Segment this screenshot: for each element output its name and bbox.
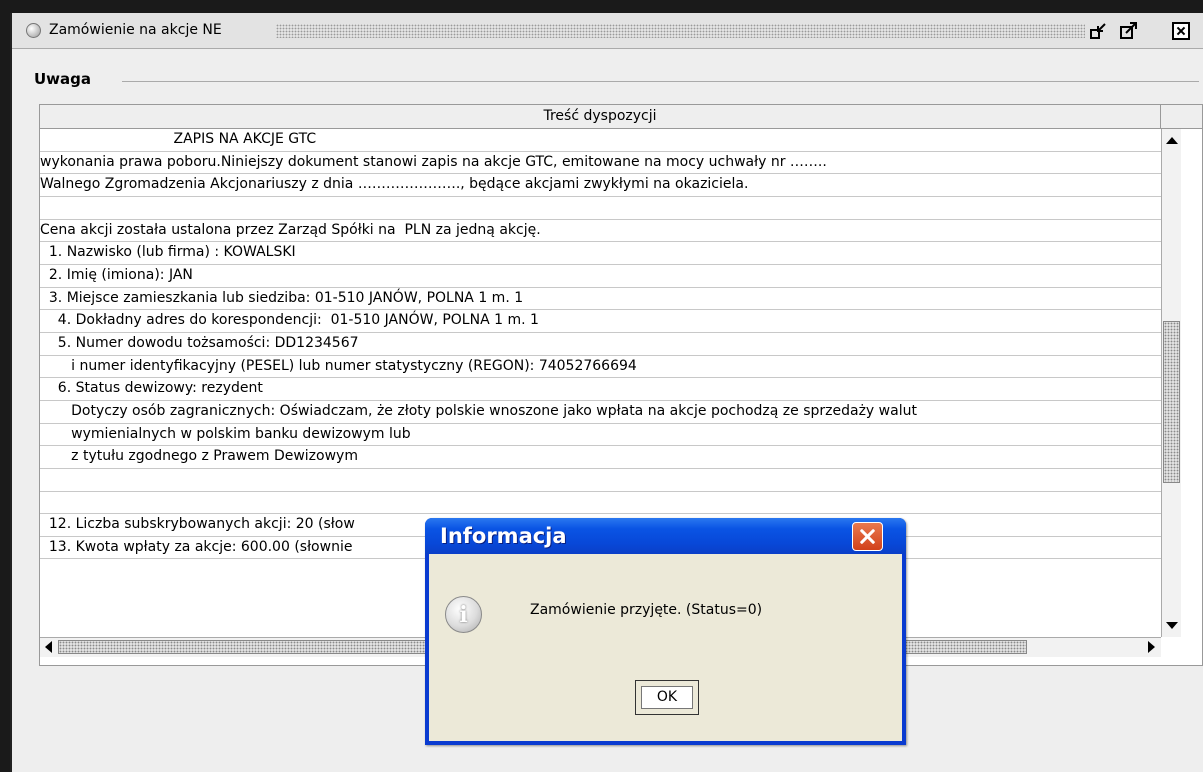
table-row[interactable]: wymienialnych w polskim banku dewizowym …	[40, 424, 1161, 447]
table-row[interactable]	[40, 197, 1161, 220]
scroll-left-icon[interactable]	[45, 641, 52, 653]
table-row[interactable]	[40, 492, 1161, 515]
table-row[interactable]: 1. Nazwisko (lub firma) : KOWALSKI	[40, 242, 1161, 265]
table-row[interactable]: i numer identyfikacyjny (PESEL) lub nume…	[40, 356, 1161, 379]
column-header[interactable]: Treść dyspozycji	[40, 105, 1161, 129]
group-legend: Uwaga	[34, 70, 92, 88]
maximize-icon[interactable]	[1120, 22, 1138, 40]
table-row[interactable]: Dotyczy osób zagranicznych: Oświadczam, …	[40, 401, 1161, 424]
dialog-titlebar[interactable]: Informacja	[425, 518, 906, 554]
close-icon[interactable]	[852, 522, 883, 551]
table-row[interactable]: z tytułu zgodnego z Prawem Dewizowym	[40, 446, 1161, 469]
window-dot-icon	[26, 23, 41, 38]
table-row[interactable]: 2. Imię (imiona): JAN	[40, 265, 1161, 288]
minimize-icon[interactable]	[1090, 22, 1108, 40]
scroll-right-icon[interactable]	[1148, 641, 1155, 653]
table-row[interactable]: 3. Miejsce zamieszkania lub siedziba: 01…	[40, 288, 1161, 311]
window-titlebar[interactable]: Zamówienie na akcje NE	[12, 13, 1203, 49]
table-row[interactable]: 4. Dokładny adres do korespondencji: 01-…	[40, 310, 1161, 333]
window-title: Zamówienie na akcje NE	[49, 22, 222, 38]
info-icon: i	[445, 596, 482, 633]
close-icon[interactable]	[1172, 22, 1190, 40]
table-row[interactable]: Cena akcji została ustalona przez Zarząd…	[40, 220, 1161, 243]
vertical-scroll-thumb[interactable]	[1163, 321, 1180, 483]
scroll-down-icon[interactable]	[1166, 622, 1178, 629]
dialog-message: Zamówienie przyjęte. (Status=0)	[530, 602, 763, 618]
table-row[interactable]	[40, 469, 1161, 492]
ok-button-label: OK	[641, 686, 693, 709]
group-border	[122, 81, 1199, 82]
table-row[interactable]: Walnego Zgromadzenia Akcjonariuszy z dni…	[40, 174, 1161, 197]
header-corner	[1161, 105, 1202, 129]
info-dialog: Informacja i Zamówienie przyjęte. (Statu…	[425, 518, 906, 745]
dialog-title: Informacja	[440, 524, 567, 548]
table-row[interactable]: 6. Status dewizowy: rezydent	[40, 378, 1161, 401]
dialog-body: i Zamówienie przyjęte. (Status=0) OK	[429, 554, 902, 741]
table-row[interactable]: ZAPIS NA AKCJE GTC	[40, 129, 1161, 152]
titlebar-grip	[276, 24, 1085, 38]
table-row[interactable]: 5. Numer dowodu tożsamości: DD1234567	[40, 333, 1161, 356]
scroll-up-icon[interactable]	[1166, 137, 1178, 144]
vertical-scrollbar[interactable]	[1161, 129, 1181, 637]
table-row[interactable]: wykonania prawa poboru.Niniejszy dokumen…	[40, 152, 1161, 175]
ok-button[interactable]: OK	[635, 680, 699, 715]
